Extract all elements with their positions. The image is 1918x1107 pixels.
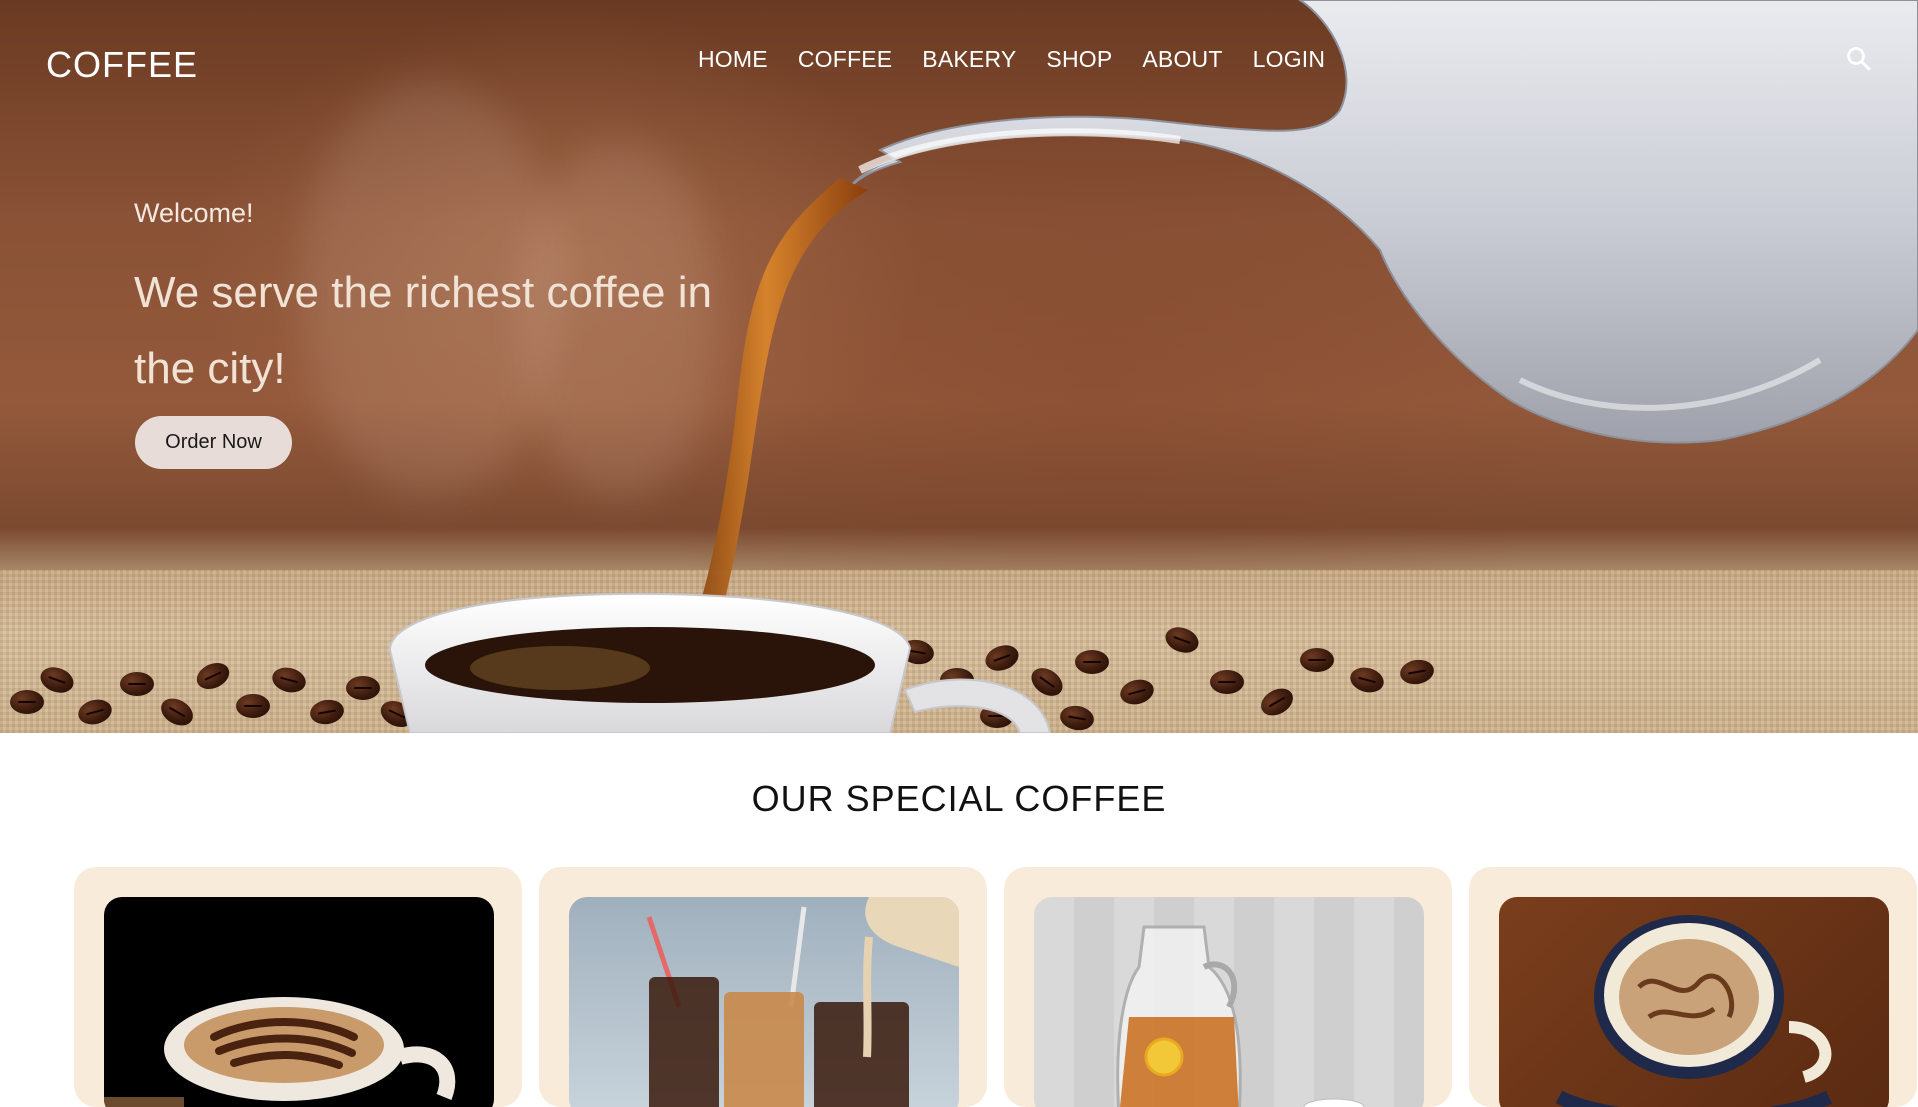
iced-coffee-image xyxy=(569,897,959,1107)
nav-item-coffee[interactable]: COFFEE xyxy=(798,46,892,73)
coffee-card[interactable] xyxy=(539,867,987,1107)
nav-item-login[interactable]: LOGIN xyxy=(1253,46,1326,73)
main-nav: HOME COFFEE BAKERY SHOP ABOUT LOGIN xyxy=(698,46,1355,73)
coffee-card[interactable] xyxy=(74,867,522,1107)
hero-banner: COFFEE HOME COFFEE BAKERY SHOP ABOUT LOG… xyxy=(0,0,1918,733)
hero-headline: We serve the richest coffee in the city! xyxy=(134,268,712,393)
nav-item-home[interactable]: HOME xyxy=(698,46,768,73)
search-icon[interactable] xyxy=(1846,46,1872,72)
coffee-card[interactable] xyxy=(1004,867,1452,1107)
coffee-card[interactable] xyxy=(1469,867,1917,1107)
latte-art-image xyxy=(104,897,494,1107)
nav-item-about[interactable]: ABOUT xyxy=(1142,46,1222,73)
cappuccino-image xyxy=(1499,897,1889,1107)
nav-item-bakery[interactable]: BAKERY xyxy=(922,46,1016,73)
iced-tea-image xyxy=(1034,897,1424,1107)
section-title: OUR SPECIAL COFFEE xyxy=(751,778,1167,819)
welcome-text: Welcome! xyxy=(134,198,254,228)
order-now-button[interactable]: Order Now xyxy=(135,416,292,469)
brand-logo[interactable]: COFFEE xyxy=(46,44,198,86)
nav-item-shop[interactable]: SHOP xyxy=(1046,46,1112,73)
